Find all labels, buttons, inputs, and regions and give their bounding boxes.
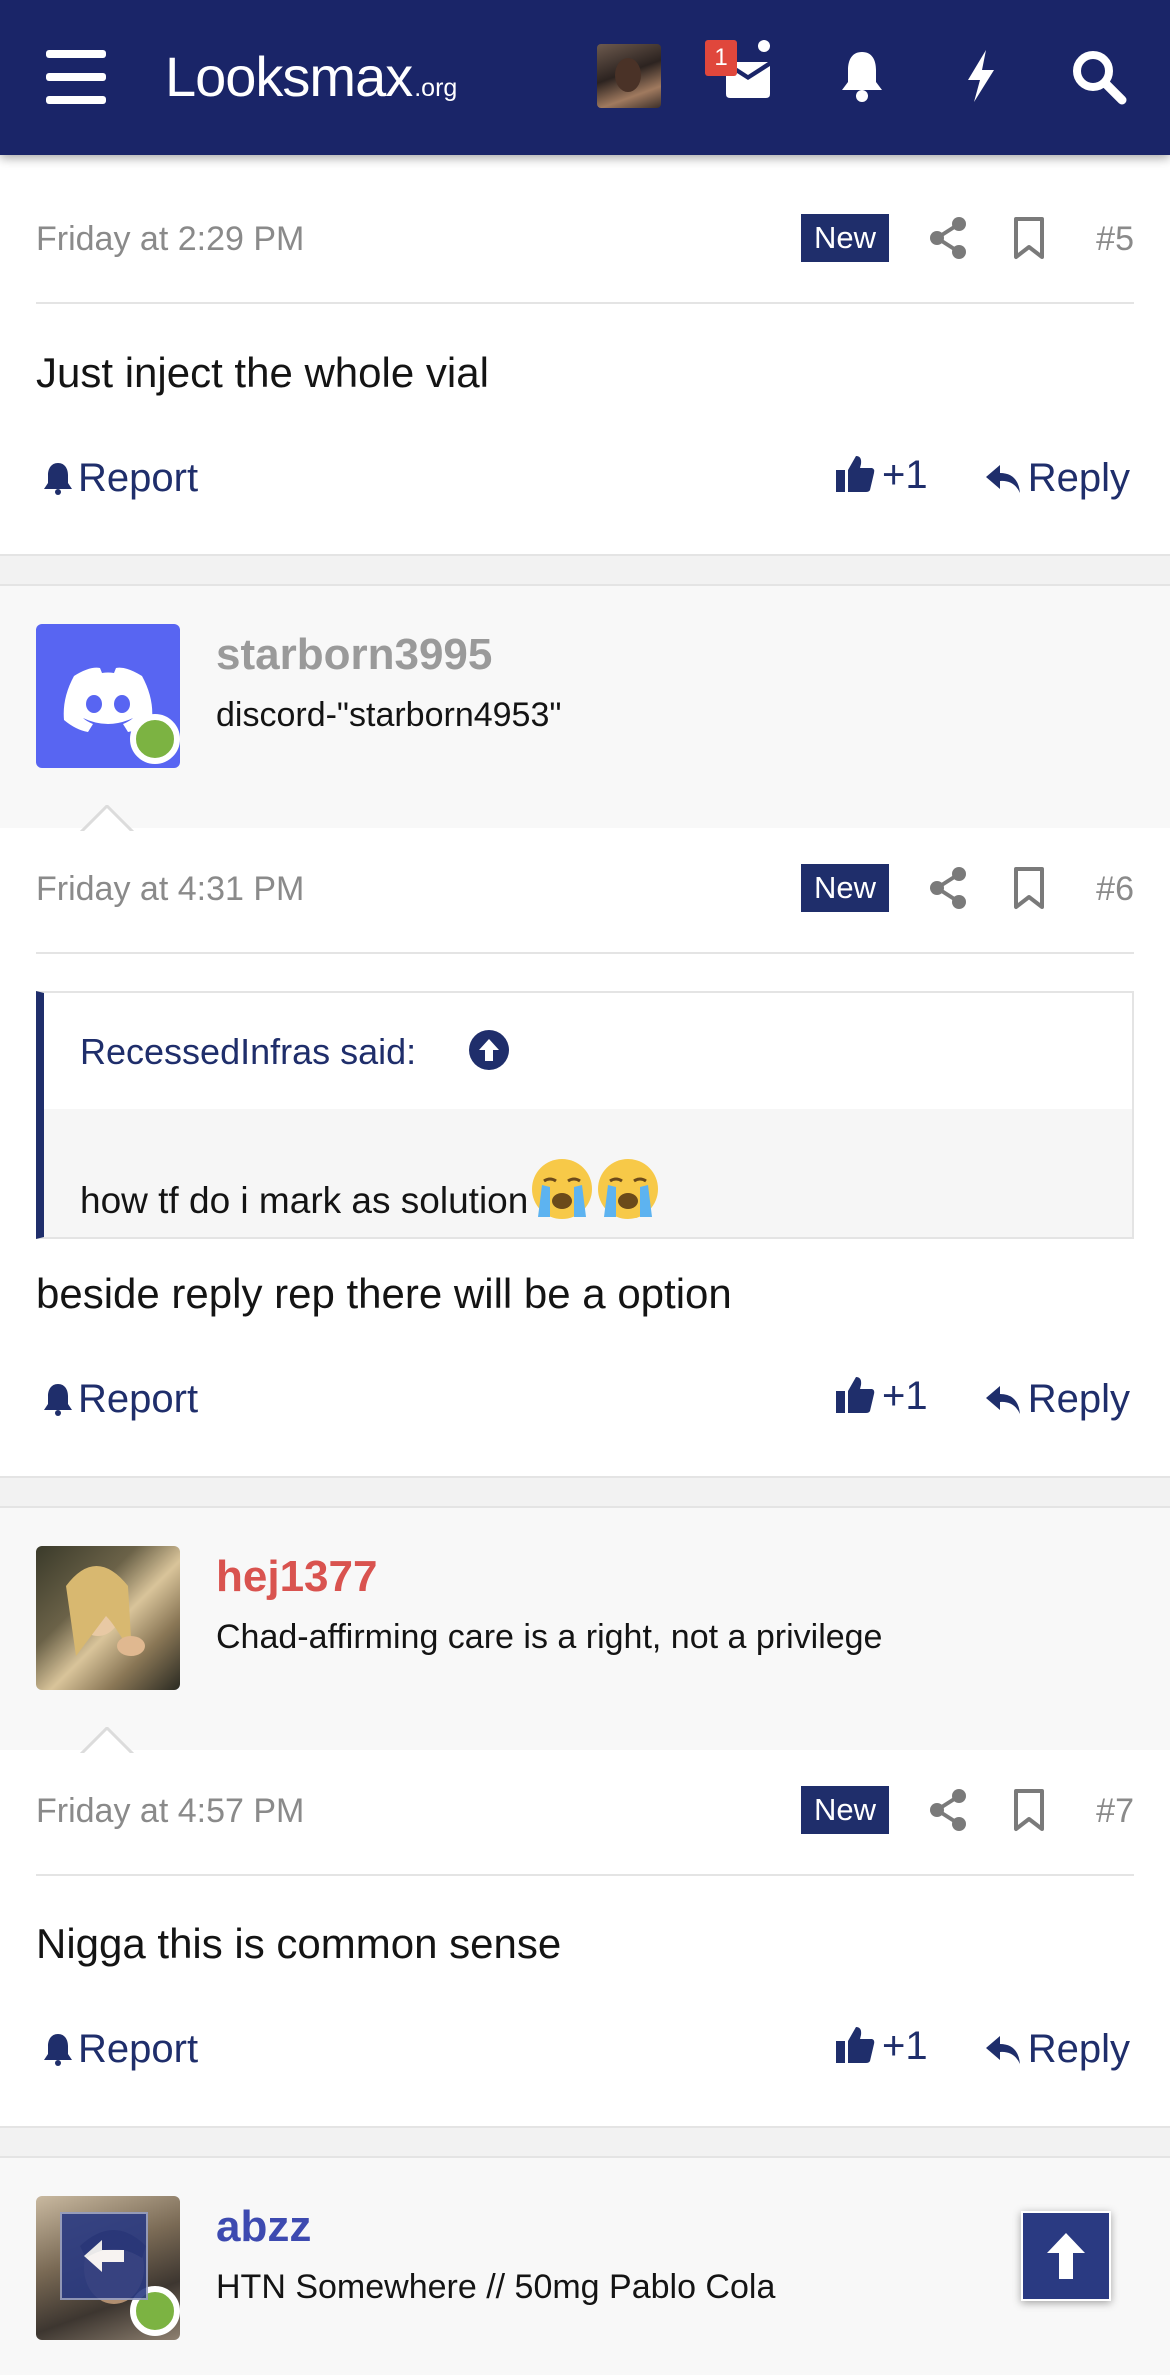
bell-icon[interactable] bbox=[830, 44, 894, 108]
bookmark-icon[interactable] bbox=[1012, 1788, 1046, 1832]
user-title: discord-"starborn4953" bbox=[216, 696, 562, 734]
post-pointer bbox=[80, 805, 134, 833]
post-user-header: abzz HTN Somewhere // 50mg Pablo Cola bbox=[0, 2158, 1170, 2375]
username[interactable]: starborn3995 bbox=[216, 630, 492, 680]
new-badge: New bbox=[801, 1786, 889, 1834]
reply-label: Reply bbox=[1027, 1377, 1130, 1421]
site-logo[interactable]: Looksmax.org bbox=[165, 44, 457, 109]
post-date[interactable]: Friday at 4:31 PM bbox=[36, 870, 304, 909]
logo-text: Looksmax bbox=[165, 45, 413, 108]
report-label: Report bbox=[78, 456, 199, 500]
post-body: beside reply rep there will be a option bbox=[36, 1270, 732, 1317]
post-meta-bar: Friday at 2:29 PM New #5 bbox=[0, 178, 1170, 304]
new-badge: New bbox=[801, 864, 889, 912]
report-label: Report bbox=[78, 2027, 199, 2071]
post-user-header: starborn3995 discord-"starborn4953" bbox=[0, 586, 1170, 833]
scroll-to-top-button[interactable] bbox=[1021, 2211, 1111, 2301]
post-actions: Report +1 Reply bbox=[0, 2017, 1170, 2087]
divider bbox=[36, 302, 1134, 304]
reply-button[interactable]: Reply bbox=[984, 2027, 1130, 2072]
divider bbox=[36, 952, 1134, 954]
loudly-crying-face-icon bbox=[598, 1159, 659, 1219]
user-title: HTN Somewhere // 50mg Pablo Cola bbox=[216, 2268, 776, 2306]
post-pointer bbox=[80, 1727, 134, 1755]
like-button[interactable]: +1 bbox=[834, 452, 928, 498]
new-badge: New bbox=[801, 214, 889, 262]
report-button[interactable]: Report bbox=[42, 456, 198, 501]
post-separator bbox=[0, 554, 1170, 586]
post-user-header: hej1377 Chad-affirming care is a right, … bbox=[0, 1508, 1170, 1755]
divider bbox=[36, 1874, 1134, 1876]
reaction-count: +1 bbox=[882, 2024, 928, 2068]
share-icon[interactable] bbox=[928, 216, 968, 260]
report-button[interactable]: Report bbox=[42, 2027, 198, 2072]
reply-label: Reply bbox=[1027, 456, 1130, 500]
post-body: Nigga this is common sense bbox=[36, 1920, 562, 1967]
quote-content: how tf do i mark as solution bbox=[80, 1157, 660, 1222]
reply-label: Reply bbox=[1027, 2027, 1130, 2071]
reply-button[interactable]: Reply bbox=[984, 1377, 1130, 1422]
post-body: Just inject the whole vial bbox=[36, 349, 489, 396]
like-button[interactable]: +1 bbox=[834, 2023, 928, 2069]
post-number[interactable]: #7 bbox=[1096, 1792, 1134, 1831]
share-icon[interactable] bbox=[928, 1788, 968, 1832]
reaction-count: +1 bbox=[882, 1374, 928, 1418]
username[interactable]: hej1377 bbox=[216, 1552, 377, 1602]
arrow-up-icon bbox=[1047, 2233, 1085, 2279]
post-number[interactable]: #5 bbox=[1096, 220, 1134, 259]
back-button[interactable] bbox=[60, 2212, 148, 2300]
quote-author[interactable]: RecessedInfras said: bbox=[80, 1031, 416, 1073]
account-avatar[interactable] bbox=[597, 44, 661, 108]
post-meta-bar: Friday at 4:57 PM New #7 bbox=[0, 1750, 1170, 1876]
unread-dot bbox=[758, 40, 770, 52]
quote-block: RecessedInfras said: how tf do i mark as… bbox=[36, 991, 1134, 1239]
report-label: Report bbox=[78, 1377, 199, 1421]
jump-to-quote-icon[interactable] bbox=[468, 1029, 510, 1071]
share-icon[interactable] bbox=[928, 866, 968, 910]
post-separator bbox=[0, 2126, 1170, 2158]
username[interactable]: abzz bbox=[216, 2202, 311, 2252]
arrow-left-icon bbox=[84, 2240, 124, 2272]
reaction-count: +1 bbox=[882, 453, 928, 497]
search-icon[interactable] bbox=[1066, 44, 1130, 108]
post-separator bbox=[0, 1476, 1170, 1508]
logo-tld: .org bbox=[414, 74, 458, 102]
menu-icon[interactable] bbox=[46, 50, 106, 104]
quote-text: how tf do i mark as solution bbox=[80, 1180, 529, 1221]
bookmark-icon[interactable] bbox=[1012, 866, 1046, 910]
user-title: Chad-affirming care is a right, not a pr… bbox=[216, 1618, 883, 1656]
like-button[interactable]: +1 bbox=[834, 1373, 928, 1419]
top-navigation-bar: Looksmax.org 1 bbox=[0, 0, 1170, 155]
reply-button[interactable]: Reply bbox=[984, 456, 1130, 501]
post-meta-bar: Friday at 4:31 PM New #6 bbox=[0, 828, 1170, 954]
inbox-count-badge: 1 bbox=[705, 40, 737, 76]
post-actions: Report +1 Reply bbox=[0, 446, 1170, 516]
online-indicator bbox=[130, 714, 180, 764]
report-button[interactable]: Report bbox=[42, 1377, 198, 1422]
post-actions: Report +1 Reply bbox=[0, 1367, 1170, 1437]
avatar[interactable] bbox=[36, 1546, 180, 1690]
bookmark-icon[interactable] bbox=[1012, 216, 1046, 260]
post-date[interactable]: Friday at 2:29 PM bbox=[36, 220, 304, 259]
post-date[interactable]: Friday at 4:57 PM bbox=[36, 1792, 304, 1831]
post-number[interactable]: #6 bbox=[1096, 870, 1134, 909]
lightning-icon[interactable] bbox=[948, 44, 1012, 108]
loudly-crying-face-icon bbox=[532, 1159, 593, 1219]
quote-header: RecessedInfras said: bbox=[44, 993, 1132, 1109]
